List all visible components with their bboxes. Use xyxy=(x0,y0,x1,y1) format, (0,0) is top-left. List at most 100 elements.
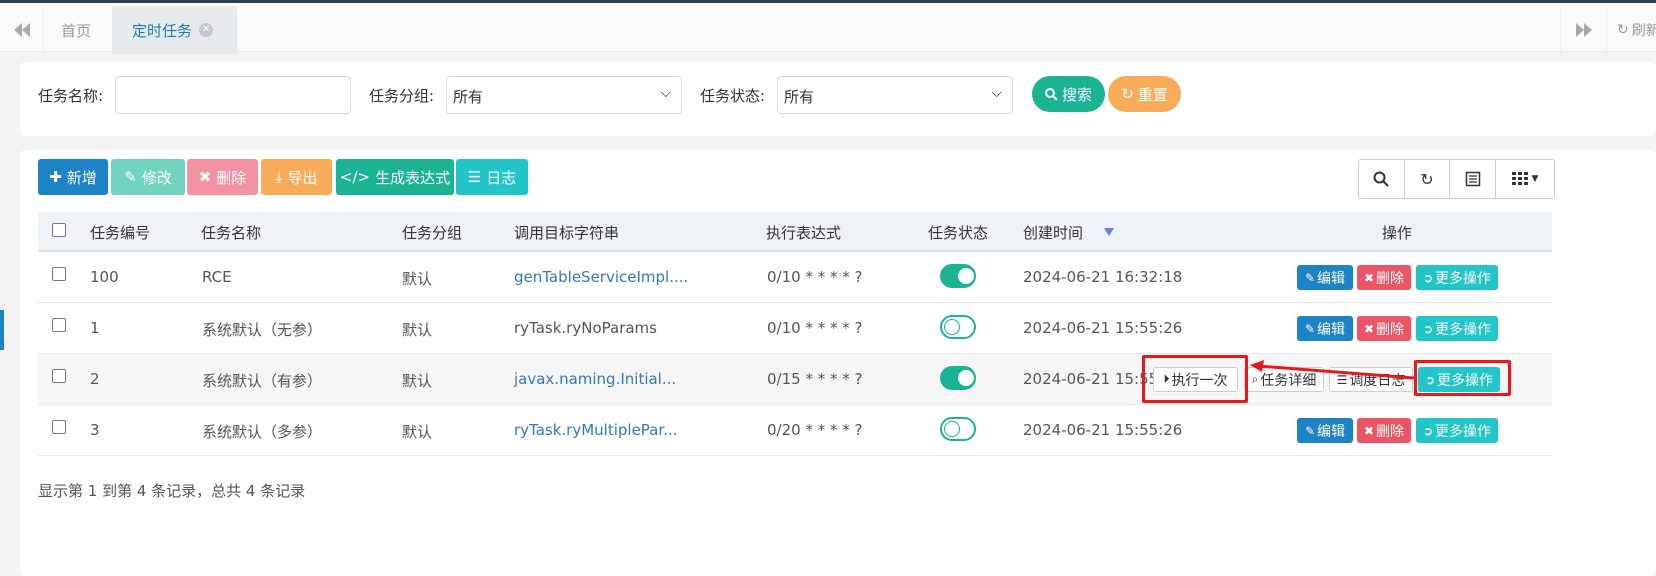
task-status-select[interactable]: 所有 ⌵ xyxy=(777,76,1013,114)
table-row: 1 系统默认（无参） 默认 ryTask.ryNoParams 0/10 * *… xyxy=(38,303,1552,354)
tab-scheduled-tasks[interactable]: 定时任务 ✕ xyxy=(112,6,237,54)
cell-task-id: 2 xyxy=(90,370,100,388)
row-edit-button[interactable]: ✎ 编辑 xyxy=(1297,265,1353,290)
cell-create-time: 2024-06-21 15:55:26 xyxy=(1023,319,1183,337)
task-status-label: 任务状态: xyxy=(700,87,766,105)
close-icon: ✖ xyxy=(1363,321,1375,336)
status-toggle[interactable] xyxy=(940,315,976,339)
row-edit-button[interactable]: ✎ 编辑 xyxy=(1297,418,1353,443)
generate-cron-button-label: 生成表达式 xyxy=(375,168,451,187)
row-edit-label: 编辑 xyxy=(1317,270,1346,287)
row-delete-label: 删除 xyxy=(1376,321,1405,338)
edit-icon: ✎ xyxy=(124,168,137,186)
row-delete-button[interactable]: ✖ 删除 xyxy=(1357,265,1411,290)
header-task-name[interactable]: 任务名称 xyxy=(201,222,261,243)
tab-home[interactable]: 首页 xyxy=(44,6,112,54)
header-cron-expression[interactable]: 执行表达式 xyxy=(766,222,841,243)
refresh-tab-button[interactable]: ↻刷新 xyxy=(1606,6,1656,54)
toggle-knob xyxy=(958,268,974,284)
row-delete-button[interactable]: ✖ 删除 xyxy=(1357,418,1411,443)
delete-button[interactable]: ✖ 删除 xyxy=(187,159,258,195)
search-icon xyxy=(1373,171,1390,187)
cell-task-name: RCE xyxy=(202,268,232,286)
add-button-label: 新增 xyxy=(66,168,97,187)
table-view-icon xyxy=(1465,171,1480,187)
cell-task-group: 默认 xyxy=(402,270,433,288)
toggle-view-button[interactable] xyxy=(1450,160,1496,198)
cell-invoke-target: ryTask.ryNoParams xyxy=(514,319,657,337)
chevron-circle-right-icon: ➲ xyxy=(1422,270,1434,285)
header-create-time[interactable]: 创建时间 xyxy=(1023,222,1083,243)
row-more-label: 更多操作 xyxy=(1435,321,1492,338)
chevron-circle-right-icon: ➲ xyxy=(1422,423,1434,438)
annotation-arrow-icon xyxy=(1250,360,1415,380)
header-actions: 操作 xyxy=(1382,224,1413,242)
row-checkbox[interactable] xyxy=(52,318,66,332)
status-toggle[interactable] xyxy=(940,264,976,288)
toggle-knob xyxy=(958,370,974,386)
columns-button[interactable]: ▼ xyxy=(1496,160,1554,198)
reset-button[interactable]: ↻ 重置 xyxy=(1108,76,1181,112)
tab-bar: 首页 定时任务 ✕ ↻刷新 xyxy=(0,0,1656,54)
cell-cron: 0/10 * * * * ? xyxy=(767,268,863,286)
cell-task-id: 100 xyxy=(90,268,119,286)
header-task-status[interactable]: 任务状态 xyxy=(928,222,988,243)
header-task-id[interactable]: 任务编号 xyxy=(90,222,150,243)
sidebar-edge xyxy=(0,310,4,350)
refresh-label: 刷新 xyxy=(1631,23,1656,39)
cell-create-time: 2024-06-21 15:55:26 xyxy=(1023,421,1183,439)
toggle-knob xyxy=(944,421,960,437)
cell-cron: 0/15 * * * * ? xyxy=(767,370,863,388)
cell-invoke-target[interactable]: genTableServiceImpl.... xyxy=(514,268,688,286)
header-task-group[interactable]: 任务分组 xyxy=(402,222,462,243)
table-panel: ✚ 新增 ✎ 修改 ✖ 删除 ⤓ 导出 </> 生成表达式 ☰ 日志 ↻ ▼ 任务编号 任务… xyxy=(20,150,1656,576)
row-checkbox[interactable] xyxy=(52,267,66,281)
table-row: 3 系统默认（多参） 默认 ryTask.ryMultiplePar... 0/… xyxy=(38,405,1552,456)
edit-icon: ✎ xyxy=(1304,321,1316,336)
tab-home-label: 首页 xyxy=(61,21,92,40)
cell-invoke-target[interactable]: javax.naming.Initial... xyxy=(514,370,676,388)
export-button[interactable]: ⤓ 导出 xyxy=(261,159,332,195)
edit-icon: ✎ xyxy=(1304,270,1316,285)
refresh-icon: ↻ xyxy=(1420,169,1434,189)
row-more-button[interactable]: ➲ 更多操作 xyxy=(1416,265,1498,290)
row-more-button[interactable]: ➲ 更多操作 xyxy=(1416,316,1498,341)
add-button[interactable]: ✚ 新增 xyxy=(38,159,108,195)
cell-task-name: 系统默认（多参） xyxy=(202,423,323,441)
select-all-checkbox[interactable] xyxy=(52,223,66,237)
log-button-label: 日志 xyxy=(486,168,517,187)
task-group-select[interactable]: 所有 ⌵ xyxy=(446,76,682,114)
refresh-table-button[interactable]: ↻ xyxy=(1405,160,1451,198)
row-checkbox[interactable] xyxy=(52,369,66,383)
log-button[interactable]: ☰ 日志 xyxy=(456,159,528,195)
chevron-down-icon: ⌵ xyxy=(660,85,671,101)
sort-desc-icon[interactable] xyxy=(1104,228,1114,236)
cell-task-id: 1 xyxy=(90,319,100,337)
plus-icon: ✚ xyxy=(49,168,62,186)
status-toggle[interactable] xyxy=(940,417,976,441)
row-delete-label: 删除 xyxy=(1376,270,1405,287)
pagination-info: 显示第 1 到第 4 条记录，总共 4 条记录 xyxy=(38,482,306,500)
search-button[interactable]: 搜索 xyxy=(1032,76,1105,112)
status-toggle[interactable] xyxy=(940,366,976,390)
close-icon[interactable]: ✕ xyxy=(199,23,214,37)
row-edit-label: 编辑 xyxy=(1317,321,1346,338)
cell-invoke-target[interactable]: ryTask.ryMultiplePar... xyxy=(514,421,677,439)
generate-cron-button[interactable]: </> 生成表达式 xyxy=(336,159,454,195)
tab-scroll-left-button[interactable] xyxy=(0,6,44,54)
row-edit-label: 编辑 xyxy=(1317,423,1346,440)
row-edit-button[interactable]: ✎ 编辑 xyxy=(1297,316,1353,341)
toggle-search-button[interactable] xyxy=(1359,160,1405,198)
task-name-input[interactable] xyxy=(115,76,351,114)
row-more-button[interactable]: ➲ 更多操作 xyxy=(1416,418,1498,443)
header-invoke-target[interactable]: 调用目标字符串 xyxy=(514,222,619,243)
edit-button[interactable]: ✎ 修改 xyxy=(111,159,185,195)
row-delete-button[interactable]: ✖ 删除 xyxy=(1357,316,1411,341)
edit-button-label: 修改 xyxy=(141,168,172,187)
search-panel: 任务名称: 任务分组: 所有 ⌵ 任务状态: 所有 ⌵ 搜索 ↻ 重置 xyxy=(20,62,1656,136)
tab-scroll-right-button[interactable] xyxy=(1560,6,1606,54)
row-checkbox[interactable] xyxy=(52,420,66,434)
chevron-down-icon: ⌵ xyxy=(991,85,1002,101)
tab-scheduled-tasks-label: 定时任务 xyxy=(132,21,193,40)
chevron-circle-right-icon: ➲ xyxy=(1422,321,1434,336)
